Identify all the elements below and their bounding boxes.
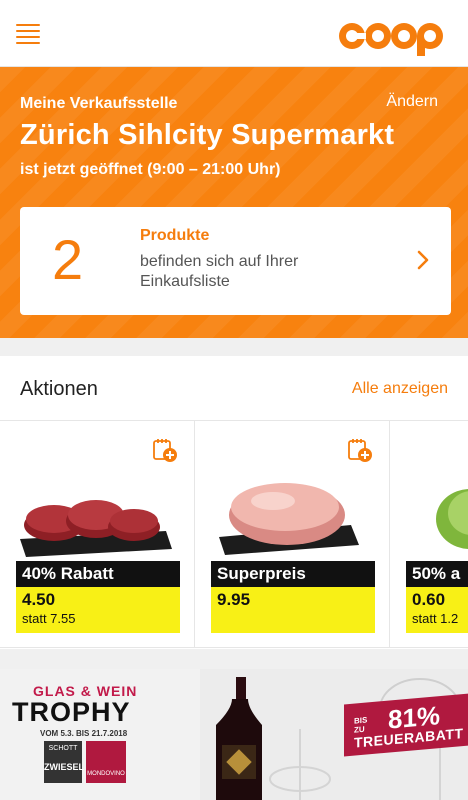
banner-date: VOM 5.3. BIS 21.7.2018	[40, 729, 128, 738]
deal-tag: 50% a	[406, 561, 468, 587]
shopping-list-card[interactable]: 2 Produkte befinden sich auf Ihrer Einka…	[20, 207, 451, 315]
section-divider	[0, 338, 468, 356]
mondovino-brand-logo: MONDOVINO	[86, 741, 126, 783]
change-store-link[interactable]: Ändern	[386, 93, 438, 111]
deal-card[interactable]: Superpreis 9.95	[195, 421, 390, 647]
add-to-list-icon[interactable]	[152, 437, 178, 463]
pork-roast-image	[219, 483, 359, 555]
store-name: Zürich Sihlcity Supermarkt	[20, 119, 395, 151]
deal-price-box: 0.60 statt 1.2	[406, 587, 468, 633]
brand1-big: ZWIESEL	[44, 762, 84, 772]
deal-price: 4.50	[22, 590, 56, 609]
store-hours: ist jetzt geöffnet (9:00 – 21:00 Uhr)	[20, 161, 281, 178]
top-bar	[0, 0, 468, 67]
deal-card[interactable]: 40% Rabatt 4.50 statt 7.55	[0, 421, 195, 647]
hamburger-menu-icon[interactable]	[16, 24, 40, 44]
deal-old-price: statt 7.55	[22, 611, 76, 626]
deal-tag: 40% Rabatt	[16, 561, 180, 587]
store-label: Meine Verkaufsstelle	[20, 95, 178, 112]
zwiesel-brand-logo: SCHOTT ZWIESEL	[44, 741, 84, 783]
deals-carousel[interactable]: 40% Rabatt 4.50 statt 7.55 Superpreis 9.…	[0, 420, 468, 648]
list-count: 2	[52, 228, 84, 291]
deal-price-box: 9.95	[211, 587, 375, 633]
promo-banner[interactable]: GLAS & WEIN TROPHY VOM 5.3. BIS 21.7.201…	[0, 669, 468, 800]
deal-price-box: 4.50 statt 7.55	[16, 587, 180, 633]
chevron-right-icon	[417, 250, 429, 270]
deal-old-price: statt 1.2	[412, 611, 459, 626]
brand1-small: SCHOTT	[48, 745, 78, 752]
discount-badge: BIS ZU 81% TREUERABATT	[344, 693, 468, 757]
aktionen-title: Aktionen	[20, 378, 98, 400]
coop-logo[interactable]	[338, 12, 454, 56]
store-hero: Meine Verkaufsstelle Ändern Zürich Sihlc…	[0, 67, 468, 338]
show-all-link[interactable]: Alle anzeigen	[352, 380, 448, 398]
list-title: Produkte	[140, 227, 210, 244]
badge-prefix: BIS ZU	[354, 715, 368, 735]
deal-tag: Superpreis	[211, 561, 375, 587]
section-divider	[0, 649, 468, 669]
list-desc-line2: Einkaufsliste	[140, 273, 230, 290]
deal-price: 9.95	[217, 590, 251, 609]
lettuce-image	[436, 489, 468, 549]
list-desc-line1: befinden sich auf Ihrer	[140, 253, 299, 270]
beef-steaks-image	[20, 500, 172, 557]
add-to-list-icon[interactable]	[347, 437, 373, 463]
deal-card[interactable]: 50% a 0.60 statt 1.2	[390, 421, 468, 647]
deal-price: 0.60	[412, 590, 446, 609]
banner-title: TROPHY	[12, 697, 131, 727]
